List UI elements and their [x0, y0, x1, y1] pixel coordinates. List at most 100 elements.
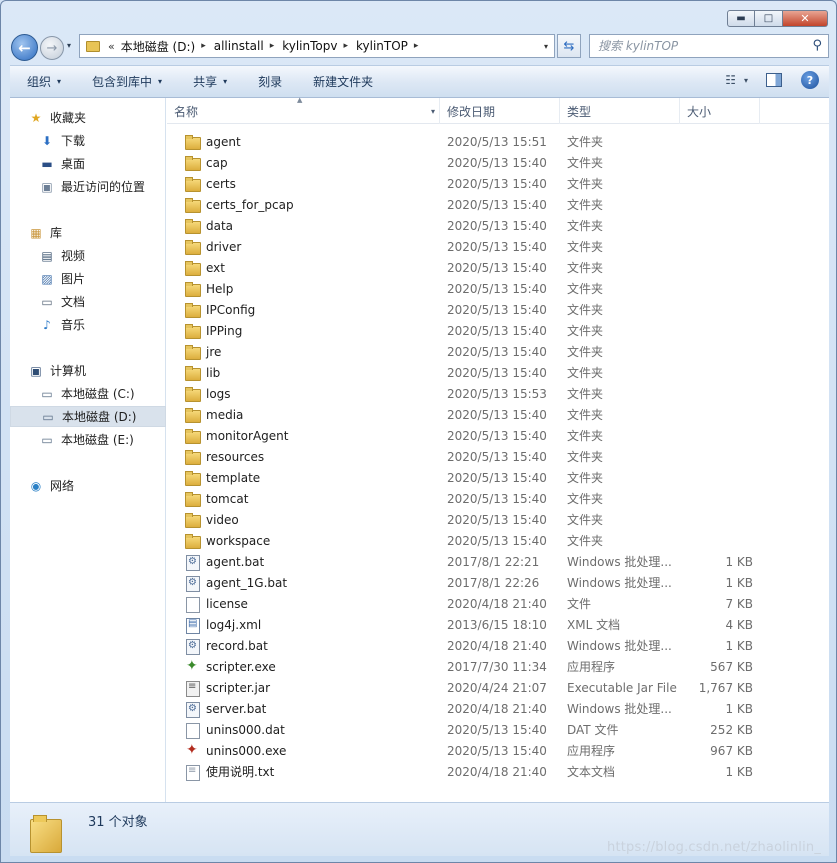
file-row[interactable]: template 2020/5/13 15:40 文件夹	[167, 467, 829, 488]
chevron-right-icon[interactable]: ▸	[201, 41, 206, 51]
file-icon	[184, 554, 200, 571]
command-3[interactable]: 刻录	[241, 73, 296, 90]
chevron-right-icon[interactable]: ▸	[414, 41, 419, 51]
file-row[interactable]: scripter.exe 2017/7/30 11:34 应用程序 567 KB	[167, 656, 829, 677]
file-row[interactable]: agent 2020/5/13 15:51 文件夹	[167, 131, 829, 152]
minimize-button[interactable]: ▬	[727, 10, 755, 27]
close-button[interactable]: ✕	[783, 10, 828, 27]
file-row[interactable]: server.bat 2020/4/18 21:40 Windows 批处理... 1…	[167, 698, 829, 719]
file-row[interactable]: agent_1G.bat 2017/8/1 22:26 Windows 批处理...…	[167, 572, 829, 593]
nav-lib-item[interactable]: ▤ 视频	[10, 245, 166, 266]
file-row[interactable]: logs 2020/5/13 15:53 文件夹	[167, 383, 829, 404]
view-dropdown-icon[interactable]: ▾	[744, 76, 748, 85]
nav-drive[interactable]: ▭ 本地磁盘 (C:)	[10, 383, 166, 404]
file-name-cell: template	[184, 470, 260, 486]
preview-pane-icon[interactable]	[766, 73, 782, 87]
breadcrumb-label: kylinTOP	[356, 39, 408, 53]
column-name-dropdown-icon[interactable]: ▾	[431, 107, 435, 116]
column-type[interactable]: 类型	[560, 98, 680, 124]
file-row[interactable]: lib 2020/5/13 15:40 文件夹	[167, 362, 829, 383]
file-row[interactable]: scripter.jar 2020/4/24 21:07 Executable Ja…	[167, 677, 829, 698]
column-size[interactable]: 大小	[680, 98, 760, 124]
file-row[interactable]: cap 2020/5/13 15:40 文件夹	[167, 152, 829, 173]
file-row[interactable]: 使用说明.txt 2020/4/18 21:40 文本文档 1 KB	[167, 761, 829, 782]
nav-fav-item[interactable]: ⬇ 下载	[10, 130, 166, 151]
nav-lib-item[interactable]: ▭ 文档	[10, 291, 166, 312]
address-bar[interactable]: « 本地磁盘 (D:) ▸ allinstall ▸ kylinTopv ▸ kylinTO…	[79, 34, 555, 58]
search-input[interactable]	[598, 39, 798, 53]
nav-libraries[interactable]: ▦ 库	[10, 222, 166, 243]
file-row[interactable]: agent.bat 2017/8/1 22:21 Windows 批处理... 1 K…	[167, 551, 829, 572]
nav-drive[interactable]: ▭ 本地磁盘 (E:)	[10, 429, 166, 450]
breadcrumb-label: allinstall	[213, 39, 264, 53]
column-name[interactable]: 名称 ▲ ▾	[167, 96, 440, 124]
command-4[interactable]: 新建文件夹	[296, 73, 387, 90]
breadcrumb-segment[interactable]: kylinTOP ▸	[356, 39, 426, 53]
file-row[interactable]: record.bat 2020/4/18 21:40 Windows 批处理... 1…	[167, 635, 829, 656]
file-row[interactable]: unins000.dat 2020/5/13 15:40 DAT 文件 252 KB	[167, 719, 829, 740]
file-row[interactable]: certs 2020/5/13 15:40 文件夹	[167, 173, 829, 194]
breadcrumb-segment[interactable]: kylinTopv ▸	[282, 39, 356, 53]
nav-lib-item[interactable]: ▨ 图片	[10, 268, 166, 289]
file-row[interactable]: driver 2020/5/13 15:40 文件夹	[167, 236, 829, 257]
file-row[interactable]: monitorAgent 2020/5/13 15:40 文件夹	[167, 425, 829, 446]
command-2[interactable]: 共享 ▾	[176, 73, 241, 90]
refresh-button[interactable]: ⇆	[557, 34, 581, 58]
refresh-icon: ⇆	[563, 38, 575, 54]
nav-network[interactable]: ◉ 网络	[10, 475, 166, 496]
file-date: 2020/5/13 15:40	[447, 176, 547, 191]
file-row[interactable]: workspace 2020/5/13 15:40 文件夹	[167, 530, 829, 551]
nav-fav-item[interactable]: ▣ 最近访问的位置	[10, 176, 166, 197]
folder-icon	[184, 533, 201, 549]
file-row[interactable]: resources 2020/5/13 15:40 文件夹	[167, 446, 829, 467]
command-1[interactable]: 包含到库中 ▾	[75, 73, 176, 90]
maximize-button[interactable]: □	[755, 10, 783, 27]
file-date: 2020/5/13 15:40	[447, 197, 547, 212]
file-row[interactable]: IPConfig 2020/5/13 15:40 文件夹	[167, 299, 829, 320]
file-row[interactable]: ext 2020/5/13 15:40 文件夹	[167, 257, 829, 278]
column-date[interactable]: 修改日期	[440, 98, 560, 124]
chevron-right-icon[interactable]: ▸	[270, 41, 275, 51]
file-type: 文件夹	[567, 156, 604, 170]
file-row[interactable]: Help 2020/5/13 15:40 文件夹	[167, 278, 829, 299]
file-row[interactable]: certs_for_pcap 2020/5/13 15:40 文件夹	[167, 194, 829, 215]
column-date-label: 修改日期	[447, 104, 496, 119]
back-button[interactable]: ←	[11, 34, 38, 61]
change-view-icon[interactable]: ☷	[725, 73, 736, 87]
file-row[interactable]: video 2020/5/13 15:40 文件夹	[167, 509, 829, 530]
recent-pages-dropdown[interactable]: ▾	[67, 41, 71, 50]
nav-fav-item[interactable]: ▬ 桌面	[10, 153, 166, 174]
file-size: 4 KB	[725, 617, 753, 632]
help-icon[interactable]: ?	[801, 71, 819, 89]
nav-lib-item[interactable]: ♪ 音乐	[10, 314, 166, 335]
file-name-cell: media	[184, 407, 243, 423]
search-box[interactable]: ⚲	[589, 34, 829, 58]
search-icon[interactable]: ⚲	[812, 38, 822, 53]
file-type: Windows 批处理...	[567, 639, 672, 653]
recent-places-icon: ▣	[41, 179, 53, 194]
file-name: monitorAgent	[206, 428, 289, 443]
drive-c-icon: ▭	[41, 386, 53, 401]
nav-drive[interactable]: ▭ 本地磁盘 (D:)	[10, 406, 166, 427]
nav-computer[interactable]: ▣ 计算机	[10, 360, 166, 381]
forward-button[interactable]: →	[40, 36, 64, 60]
nav-favorites[interactable]: ★ 收藏夹	[10, 107, 166, 128]
file-name-cell: logs	[184, 386, 231, 402]
file-row[interactable]: IPPing 2020/5/13 15:40 文件夹	[167, 320, 829, 341]
file-row[interactable]: license 2020/4/18 21:40 文件 7 KB	[167, 593, 829, 614]
file-date: 2020/5/13 15:40	[447, 302, 547, 317]
breadcrumb-segment[interactable]: allinstall ▸	[214, 39, 282, 53]
file-row[interactable]: unins000.exe 2020/5/13 15:40 应用程序 967 KB	[167, 740, 829, 761]
address-overflow[interactable]: «	[108, 40, 115, 53]
file-row[interactable]: jre 2020/5/13 15:40 文件夹	[167, 341, 829, 362]
file-row[interactable]: log4j.xml 2013/6/15 18:10 XML 文档 4 KB	[167, 614, 829, 635]
file-type: 文件夹	[567, 198, 604, 212]
command-0[interactable]: 组织 ▾	[10, 73, 75, 90]
address-dropdown[interactable]: ▾	[538, 35, 554, 57]
file-name-cell: monitorAgent	[184, 428, 288, 444]
file-row[interactable]: media 2020/5/13 15:40 文件夹	[167, 404, 829, 425]
chevron-right-icon[interactable]: ▸	[343, 41, 348, 51]
breadcrumb-segment[interactable]: 本地磁盘 (D:) ▸	[121, 38, 214, 55]
file-row[interactable]: data 2020/5/13 15:40 文件夹	[167, 215, 829, 236]
file-row[interactable]: tomcat 2020/5/13 15:40 文件夹	[167, 488, 829, 509]
